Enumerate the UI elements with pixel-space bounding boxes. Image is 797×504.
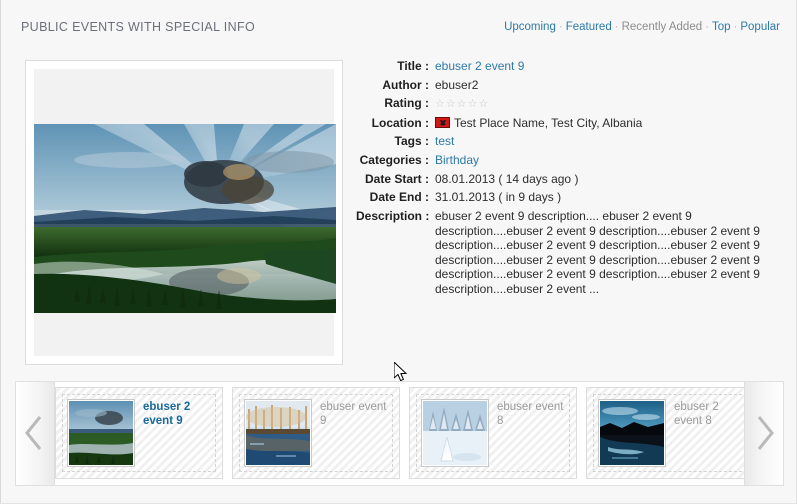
thumbnail-inner: ebuser 2 event 8	[593, 394, 744, 472]
header-link-featured[interactable]: Featured	[566, 21, 612, 33]
detail-row-location: Location : Test Place Name, Test City, A…	[356, 116, 776, 131]
thumbnail-inner: ebuser 2 event 9	[62, 394, 216, 472]
detail-label-location: Location :	[371, 115, 429, 130]
header-filter-links: Upcoming · Featured · Recently Added · Top · Pop…	[504, 21, 780, 33]
detail-value-title[interactable]: ebuser 2 event 9	[429, 59, 776, 74]
detail-label-tags: Tags :	[394, 134, 429, 149]
link-separator: ·	[558, 21, 563, 33]
thumbnail-label-2: ebuser event 8	[497, 401, 564, 427]
header-link-popular[interactable]: Popular	[740, 21, 780, 33]
carousel-track: ebuser 2 event 9 ebuser event 9 ebuser e…	[55, 382, 744, 485]
page-title: PUBLIC EVENTS WITH SPECIAL INFO	[21, 20, 256, 34]
detail-row-categories: Categories : Birthday	[356, 153, 776, 168]
detail-label-title: Title :	[397, 59, 429, 73]
header-link-recently-added[interactable]: Recently Added	[622, 21, 703, 33]
thumbnail-label-1: ebuser event 9	[320, 401, 387, 427]
header-link-top[interactable]: Top	[712, 21, 731, 33]
thumbnail-item-2[interactable]: ebuser event 8	[409, 387, 577, 479]
detail-row-description: Description : ebuser 2 event 9 descripti…	[356, 209, 776, 296]
detail-value-date-start: 08.01.2013 ( 14 days ago )	[435, 171, 579, 186]
thumbnail-image-night-lake-reflection[interactable]	[598, 399, 666, 467]
thumbnail-label-3: ebuser 2 event 8	[674, 401, 719, 427]
thumbnail-label-0: ebuser 2 event 9	[143, 401, 191, 427]
thumbnail-carousel: ebuser 2 event 9 ebuser event 9 ebuser e…	[15, 381, 784, 486]
detail-row-rating: Rating : ☆☆☆☆☆	[356, 96, 776, 111]
header-link-upcoming[interactable]: Upcoming	[504, 21, 556, 33]
detail-label-rating: Rating :	[384, 96, 429, 111]
detail-label-date-start: Date Start :	[364, 171, 429, 186]
detail-value-date-end: 31.01.2013 ( in 9 days )	[435, 190, 562, 205]
detail-row-title: Title : ebuser 2 event 9	[356, 59, 776, 74]
mouse-cursor	[393, 360, 408, 383]
thumbnail-item-1[interactable]: ebuser event 9	[232, 387, 400, 479]
event-stage: Title : ebuser 2 event 9 Author : ebuser…	[1, 41, 797, 382]
thumbnail-inner: ebuser event 8	[416, 394, 570, 472]
detail-row-author: Author : ebuser2	[356, 78, 776, 93]
detail-value-author[interactable]: ebuser2	[429, 78, 776, 93]
rating-stars-icon[interactable]: ☆☆☆☆☆	[435, 97, 489, 111]
thumbnail-image-snow-forest-winter[interactable]	[421, 399, 489, 467]
detail-label-date-end: Date End :	[369, 190, 429, 205]
page-header: PUBLIC EVENTS WITH SPECIAL INFO Upcoming…	[1, 0, 797, 41]
location-text: Test Place Name, Test City, Albania	[454, 115, 643, 130]
detail-value-categories[interactable]: Birthday	[429, 153, 776, 168]
thumbnail-list: ebuser 2 event 9 ebuser event 9 ebuser e…	[55, 387, 744, 479]
link-separator: ·	[614, 21, 619, 33]
carousel-next-button[interactable]	[744, 382, 783, 485]
detail-value-location: Test Place Name, Test City, Albania	[429, 116, 776, 131]
main-event-image[interactable]	[34, 124, 336, 313]
page-root: PUBLIC EVENTS WITH SPECIAL INFO Upcoming…	[0, 0, 797, 504]
thumbnail-item-0[interactable]: ebuser 2 event 9	[55, 387, 223, 479]
thumbnail-image-sunset-lake-landscape[interactable]	[67, 399, 135, 467]
detail-label-author: Author :	[382, 77, 429, 92]
image-mat	[34, 69, 336, 356]
detail-value-tags[interactable]: test	[429, 134, 776, 149]
detail-row-date-start: Date Start : 08.01.2013 ( 14 days ago )	[356, 172, 776, 187]
carousel-prev-button[interactable]	[16, 382, 55, 485]
link-separator: ·	[733, 21, 738, 33]
detail-label-description: Description :	[356, 209, 430, 223]
link-separator: ·	[705, 21, 709, 33]
thumbnail-image-autumn-river-trees[interactable]	[244, 399, 312, 467]
thumbnail-item-3[interactable]: ebuser 2 event 8	[586, 387, 744, 479]
detail-row-tags: Tags : test	[356, 134, 776, 149]
thumbnail-inner: ebuser event 9	[239, 394, 393, 472]
detail-value-rating[interactable]: ☆☆☆☆☆	[429, 96, 776, 111]
event-details: Title : ebuser 2 event 9 Author : ebuser…	[356, 59, 776, 296]
albania-flag-icon	[435, 116, 450, 128]
detail-row-date-end: Date End : 31.01.2013 ( in 9 days )	[356, 190, 776, 205]
detail-value-description: ebuser 2 event 9 description.... ebuser …	[435, 209, 760, 296]
detail-label-categories: Categories :	[359, 152, 429, 167]
main-image-frame[interactable]	[25, 60, 343, 365]
